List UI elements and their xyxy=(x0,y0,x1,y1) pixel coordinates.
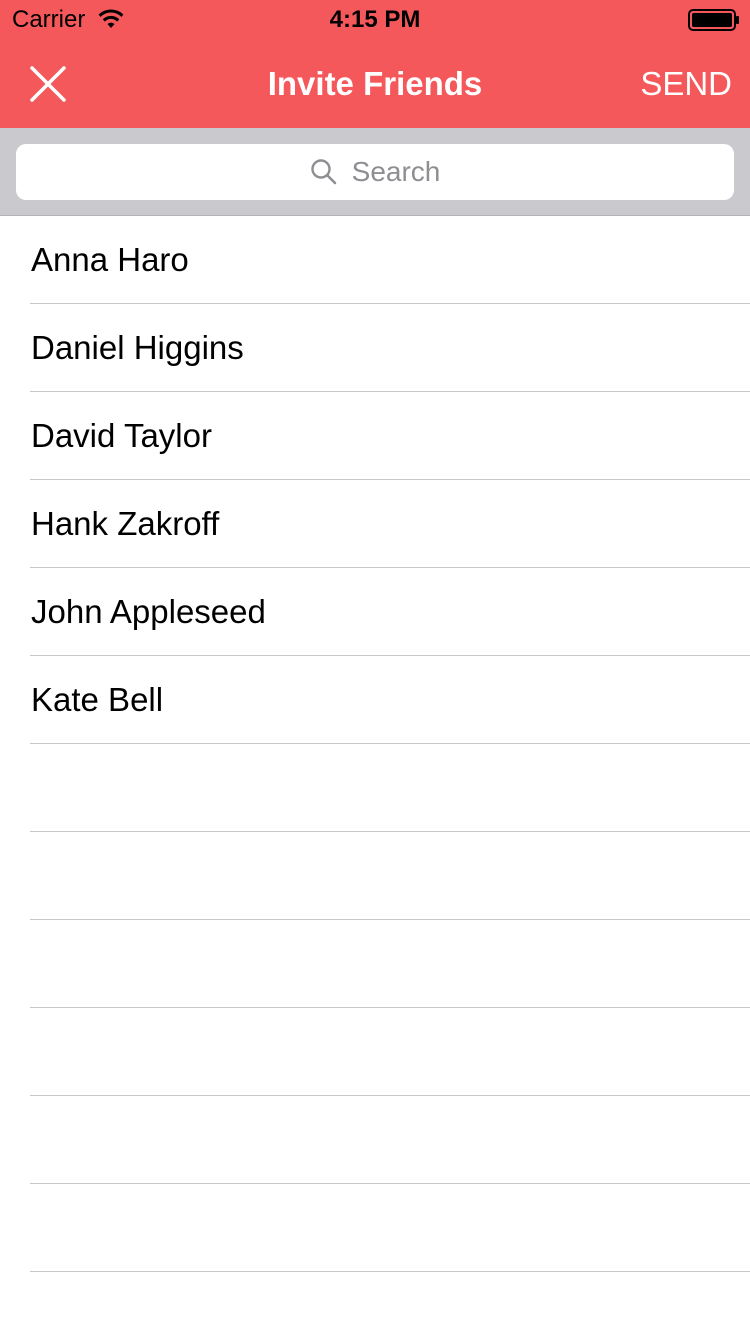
contact-row[interactable]: Anna Haro xyxy=(0,216,750,304)
empty-row xyxy=(0,920,750,1008)
contact-row[interactable]: Daniel Higgins xyxy=(0,304,750,392)
contact-row[interactable]: Hank Zakroff xyxy=(0,480,750,568)
contact-row[interactable]: Kate Bell xyxy=(0,656,750,744)
invite-friends-screen: Carrier 4:15 PM Invite Friends SEND Sear… xyxy=(0,0,750,1334)
status-bar: Carrier 4:15 PM xyxy=(0,0,750,40)
header: Carrier 4:15 PM Invite Friends SEND xyxy=(0,0,750,128)
empty-row xyxy=(0,1184,750,1272)
status-time: 4:15 PM xyxy=(329,6,421,33)
search-placeholder: Search xyxy=(351,156,441,187)
page-title: Invite Friends xyxy=(267,65,483,102)
empty-row xyxy=(0,832,750,920)
search-icon xyxy=(310,159,336,185)
close-button[interactable] xyxy=(24,60,72,108)
contact-name: David Taylor xyxy=(31,417,212,454)
contact-name: Anna Haro xyxy=(31,241,189,278)
send-button[interactable]: SEND xyxy=(640,40,732,128)
contact-name: Kate Bell xyxy=(31,681,164,718)
contact-name: Hank Zakroff xyxy=(31,505,220,542)
empty-row xyxy=(0,744,750,832)
navigation-bar: Invite Friends SEND xyxy=(0,40,750,128)
contact-name: Daniel Higgins xyxy=(31,329,244,366)
contact-row[interactable]: John Appleseed xyxy=(0,568,750,656)
battery-icon xyxy=(688,9,739,31)
empty-row xyxy=(0,1096,750,1184)
contacts-list: Anna Haro Daniel Higgins David Taylor Ha… xyxy=(0,216,750,1272)
contact-row[interactable]: David Taylor xyxy=(0,392,750,480)
empty-row xyxy=(0,1008,750,1096)
contact-name: John Appleseed xyxy=(31,593,266,630)
close-icon xyxy=(30,66,66,102)
search-input[interactable]: Search xyxy=(16,144,734,200)
search-bar: Search xyxy=(0,128,750,216)
